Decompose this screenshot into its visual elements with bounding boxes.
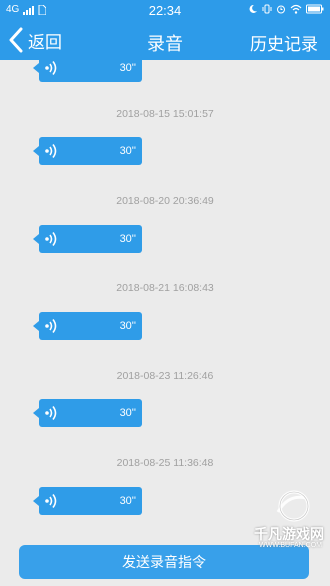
watermark-name: 千凡游戏网 <box>254 526 324 542</box>
voice-message[interactable]: 30'' <box>33 60 142 82</box>
sound-wave-icon <box>45 232 57 246</box>
message-timestamp: 2018-08-25 11:36:48 <box>116 457 214 469</box>
message-timestamp: 2018-08-20 20:36:49 <box>116 195 214 207</box>
voice-duration: 30'' <box>119 495 136 507</box>
watermark-url: WWW.BUFAN.COM <box>259 542 322 549</box>
status-bar: 4G 22:34 <box>0 0 330 22</box>
voice-duration: 30'' <box>119 407 136 419</box>
moon-icon <box>249 4 257 13</box>
voice-message[interactable]: 30'' <box>33 399 142 427</box>
watermark-logo-icon <box>276 490 310 522</box>
watermark: 千凡游戏网 WWW.BUFAN.COM <box>238 488 324 552</box>
message-timestamp: 2018-08-21 16:08:43 <box>116 282 214 294</box>
history-button[interactable]: 历史记录 <box>250 30 318 55</box>
sound-wave-icon <box>45 144 57 158</box>
voice-duration: 30'' <box>119 233 136 245</box>
message-timestamp: 2018-08-15 15:01:57 <box>116 108 214 120</box>
sound-wave-icon <box>45 494 57 508</box>
voice-duration: 30'' <box>119 62 136 74</box>
voice-message[interactable]: 30'' <box>33 137 142 165</box>
voice-message[interactable]: 30'' <box>33 312 142 340</box>
back-label: 返回 <box>28 32 62 52</box>
voice-message[interactable]: 30'' <box>33 225 142 253</box>
message-timestamp: 2018-08-23 11:26:46 <box>116 370 214 382</box>
voice-duration: 30'' <box>119 145 136 157</box>
back-button[interactable]: 返回 <box>8 27 62 53</box>
sound-wave-icon <box>45 61 57 75</box>
sound-wave-icon <box>45 319 57 333</box>
battery-icon <box>306 4 324 14</box>
status-right <box>248 4 324 14</box>
nav-bar: 返回 录音 历史记录 <box>0 22 330 60</box>
sound-wave-icon <box>45 406 57 420</box>
alarm-icon <box>277 5 285 14</box>
back-chevron-icon <box>9 27 23 53</box>
wifi-icon <box>290 4 302 14</box>
voice-message[interactable]: 30'' <box>33 487 142 515</box>
vibrate-icon <box>262 4 272 14</box>
voice-duration: 30'' <box>119 320 136 332</box>
